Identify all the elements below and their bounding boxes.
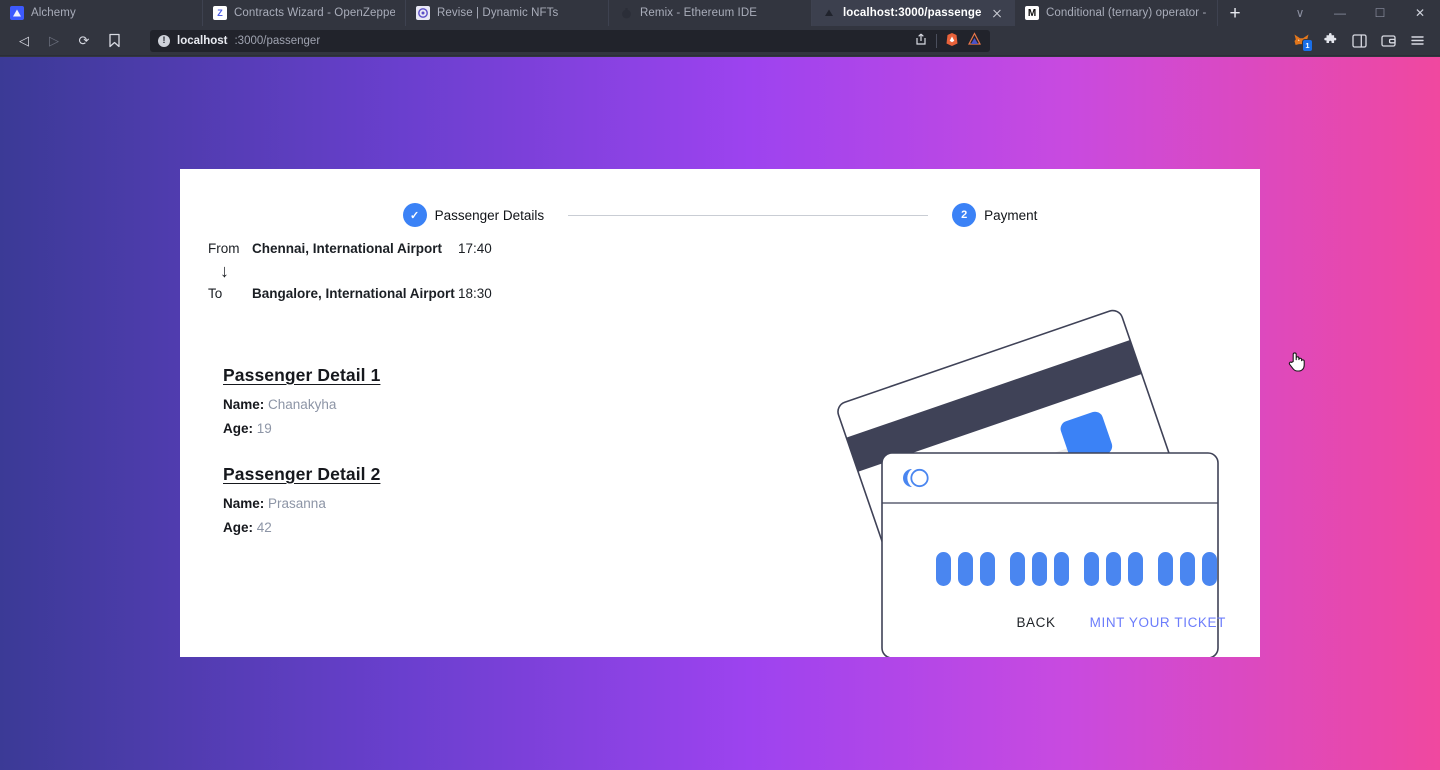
window-controls: ∨ — ☐ ✕ (1280, 0, 1440, 26)
extensions-puzzle-icon[interactable] (1317, 29, 1343, 53)
name-value: Prasanna (268, 496, 326, 511)
stepper-step-payment[interactable]: 2 Payment (952, 203, 1037, 227)
card-actions: BACK MINT YOUR TICKET (1006, 608, 1236, 637)
reload-icon[interactable]: ⟳ (70, 29, 98, 53)
localhost-icon (822, 6, 836, 20)
to-time: 18:30 (458, 286, 492, 301)
tab-search-icon[interactable]: ∨ (1280, 0, 1320, 26)
divider (936, 33, 937, 48)
name-label: Name: (223, 496, 265, 511)
new-tab-button[interactable]: + (1218, 0, 1252, 26)
mouse-cursor (1288, 351, 1306, 373)
site-info-icon[interactable]: ! (158, 34, 170, 47)
tab-strip: Alchemy Z Contracts Wizard - OpenZeppeli… (0, 0, 1440, 26)
passenger-title: Passenger Detail 1 (223, 365, 381, 385)
openzeppelin-icon: Z (213, 6, 227, 20)
mdn-icon: M (1025, 6, 1039, 20)
tab-title: Conditional (ternary) operator - JavaSc (1046, 7, 1207, 19)
browser-tab-contracts-wizard[interactable]: Z Contracts Wizard - OpenZeppelin Doc (203, 0, 406, 26)
tab-title: Alchemy (31, 7, 76, 19)
from-airport: Chennai, International Airport (252, 241, 443, 256)
to-airport: Bangalore, International Airport (252, 286, 455, 301)
passenger-details-list: Passenger Detail 1 Name: Chanakyha Age: … (223, 365, 380, 563)
passenger-name-line: Name: Chanakyha (223, 397, 380, 412)
tab-title: localhost:3000/passenger (843, 7, 982, 19)
age-label: Age: (223, 520, 253, 535)
from-time: 17:40 (458, 241, 492, 256)
forward-icon[interactable]: ▷ (40, 29, 68, 53)
passenger-name-line: Name: Prasanna (223, 496, 380, 511)
flight-to-row: To Bangalore, International Airport 18:3… (208, 286, 492, 301)
wallet-icon[interactable] (1375, 29, 1401, 53)
stepper-label: Payment (984, 207, 1038, 223)
step-number-badge: 2 (952, 203, 977, 227)
age-label: Age: (223, 421, 253, 436)
booking-card: ✓ Passenger Details 2 Payment From Chenn… (180, 169, 1260, 659)
share-icon[interactable] (914, 32, 928, 49)
browser-window: Alchemy Z Contracts Wizard - OpenZeppeli… (0, 0, 1440, 770)
age-value: 42 (256, 520, 272, 535)
page-viewport: ✓ Passenger Details 2 Payment From Chenn… (0, 57, 1440, 770)
maximize-button[interactable]: ☐ (1360, 0, 1400, 26)
tab-title: Contracts Wizard - OpenZeppelin Doc (234, 7, 395, 19)
passenger-detail-block: Passenger Detail 1 Name: Chanakyha Age: … (223, 365, 380, 436)
address-bar[interactable]: ! localhost :3000/passenger (150, 29, 990, 52)
check-icon: ✓ (402, 203, 427, 227)
browser-tab-revise[interactable]: Revise | Dynamic NFTs (406, 0, 609, 26)
alchemy-extension-icon[interactable] (967, 32, 982, 49)
browser-toolbar: ◁ ▷ ⟳ ! localhost :3000/passenger 1 (0, 26, 1440, 56)
bookmark-icon[interactable] (100, 29, 128, 53)
checkout-stepper: ✓ Passenger Details 2 Payment (180, 203, 1260, 227)
credit-cards-illustration (820, 287, 1220, 659)
tab-title: Remix - Ethereum IDE (640, 7, 758, 19)
address-path: :3000/passenger (234, 34, 321, 47)
passenger-title: Passenger Detail 2 (223, 464, 381, 484)
alchemy-icon (10, 6, 24, 20)
mint-your-ticket-button[interactable]: MINT YOUR TICKET (1080, 608, 1236, 637)
to-label: To (208, 286, 223, 301)
passenger-age-line: Age: 19 (223, 421, 380, 436)
close-window-button[interactable]: ✕ (1400, 0, 1440, 26)
tab-title: Revise | Dynamic NFTs (437, 7, 559, 19)
brave-icon[interactable] (945, 32, 959, 50)
flight-summary: From Chennai, International Airport 17:4… (208, 241, 492, 301)
address-host: localhost (177, 34, 228, 47)
name-value: Chanakyha (268, 397, 337, 412)
close-icon[interactable] (989, 5, 1005, 21)
flight-from-row: From Chennai, International Airport 17:4… (208, 241, 492, 256)
stepper-connector (568, 214, 929, 216)
age-value: 19 (256, 421, 272, 436)
metamask-icon[interactable]: 1 (1288, 29, 1314, 53)
arrow-down-icon: ↓ (220, 261, 229, 281)
name-label: Name: (223, 397, 265, 412)
revise-icon (416, 6, 430, 20)
remix-icon (619, 6, 633, 20)
browser-tab-mdn[interactable]: M Conditional (ternary) operator - JavaS… (1015, 0, 1218, 26)
metamask-badge: 1 (1301, 39, 1313, 52)
passenger-detail-block: Passenger Detail 2 Name: Prasanna Age: 4… (223, 464, 380, 535)
browser-tab-localhost[interactable]: localhost:3000/passenger (812, 0, 1015, 26)
menu-icon[interactable] (1404, 29, 1430, 53)
stepper-step-passenger-details[interactable]: ✓ Passenger Details (402, 203, 545, 227)
stepper-label: Passenger Details (434, 207, 545, 223)
address-bar-actions (914, 32, 982, 50)
sidebar-icon[interactable] (1346, 29, 1372, 53)
back-icon[interactable]: ◁ (10, 29, 38, 53)
minimize-button[interactable]: — (1320, 0, 1360, 26)
back-button[interactable]: BACK (1006, 608, 1065, 637)
browser-tab-alchemy[interactable]: Alchemy (0, 0, 203, 26)
from-label: From (208, 241, 240, 256)
toolbar-right-icons: 1 (1288, 29, 1430, 53)
passenger-age-line: Age: 42 (223, 520, 380, 535)
browser-tab-remix[interactable]: Remix - Ethereum IDE (609, 0, 812, 26)
